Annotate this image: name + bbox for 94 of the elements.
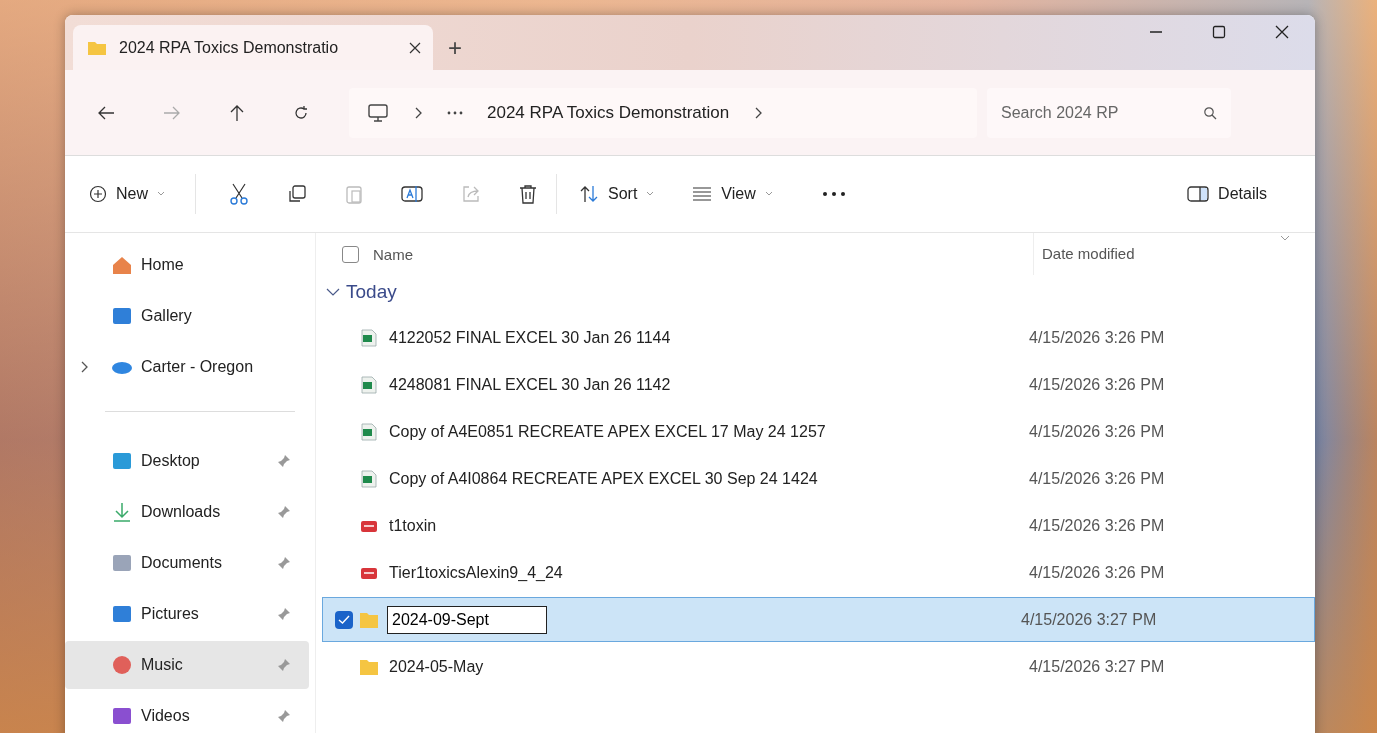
file-name: t1toxin <box>389 516 438 535</box>
pin-icon[interactable] <box>277 454 291 468</box>
date-modified: 4/15/2026 3:26 PM <box>1029 563 1165 582</box>
caret-icon <box>1280 235 1290 241</box>
file-name: Copy of A4E0851 RECREATE APEX EXCEL 17 May 24 1257 <box>389 422 827 441</box>
search-field[interactable]: Search 2024 RP <box>987 87 1231 138</box>
spreadsheet-file-icon <box>359 375 379 394</box>
chevron-down-icon <box>646 191 655 197</box>
close-icon[interactable] <box>409 41 421 54</box>
trash-icon[interactable] <box>519 184 537 204</box>
sidebar-item[interactable]: Desktop <box>65 437 309 485</box>
new-tab-button[interactable]: + <box>433 25 477 70</box>
maximize-icon[interactable] <box>1211 23 1227 40</box>
select-all-checkbox[interactable] <box>342 245 359 263</box>
search-icon <box>1203 105 1217 120</box>
file-row[interactable]: 2024-09-Sept 4/15/2026 3:27 PM <box>322 597 1315 642</box>
desktop-icon <box>111 451 133 471</box>
music-icon <box>111 655 133 675</box>
chevron-right-icon[interactable] <box>413 106 423 119</box>
column-header[interactable]: Name <box>373 245 1033 263</box>
date-modified: 4/15/2026 3:27 PM <box>1021 610 1157 629</box>
date-modified: 4/15/2026 3:27 PM <box>1029 657 1165 676</box>
file-name: 2024-05-May <box>389 657 485 676</box>
copy-icon[interactable] <box>287 184 307 204</box>
plus-circle-icon <box>89 185 107 203</box>
folder-icon <box>359 610 379 629</box>
scissors-icon[interactable] <box>229 183 249 205</box>
file-row[interactable]: t1toxin 4/15/2026 3:26 PM <box>322 503 1315 548</box>
sidebar-item[interactable]: Videos <box>65 692 309 733</box>
sidebar-item[interactable]: Gallery <box>65 292 309 340</box>
pin-icon[interactable] <box>277 607 291 621</box>
chevron-down-icon <box>157 191 165 197</box>
new-button[interactable]: New <box>81 179 173 209</box>
monitor-icon <box>367 102 389 123</box>
date-modified: 4/15/2026 3:26 PM <box>1029 422 1165 441</box>
pin-icon[interactable] <box>277 556 291 570</box>
file-name: 4122052 FINAL EXCEL 30 Jan 26 1144 <box>389 328 672 347</box>
chevron-right-icon[interactable] <box>81 361 88 373</box>
folder-tab[interactable]: 2024 RPA Toxics Demonstratio <box>73 25 433 70</box>
details-button[interactable]: Details <box>1179 179 1275 209</box>
date-modified: 4/15/2026 3:26 PM <box>1029 328 1165 347</box>
home-icon <box>111 255 133 275</box>
folder-icon <box>87 39 107 56</box>
lines-icon <box>692 187 713 201</box>
file-row[interactable]: 4122052 FINAL EXCEL 30 Jan 26 1144 4/15/2026 3:26 PM <box>322 315 1315 360</box>
pin-icon[interactable] <box>277 505 291 519</box>
sidebar-item[interactable]: Documents <box>65 539 309 587</box>
spreadsheet-file-icon <box>359 328 379 347</box>
gallery-icon <box>111 306 133 326</box>
file-row[interactable]: Copy of A4I0864 RECREATE APEX EXCEL 30 Sep 24 1424 4/15/2026 3:26 PM <box>322 456 1315 501</box>
videos-icon <box>111 706 133 726</box>
more-icon[interactable] <box>447 110 463 115</box>
breadcrumb-item[interactable]: 2024 RPA Toxics Demonstration <box>487 102 730 123</box>
sidebar-item[interactable]: Pictures <box>65 590 309 638</box>
sort-arrows-icon <box>579 185 599 203</box>
date-modified: 4/15/2026 3:26 PM <box>1029 516 1165 535</box>
file-name: Copy of A4I0864 RECREATE APEX EXCEL 30 Sep 24 1424 <box>389 469 819 488</box>
column-header[interactable]: Date modified <box>1033 233 1135 275</box>
refresh-icon[interactable] <box>293 104 309 121</box>
back-arrow-icon[interactable] <box>97 104 115 121</box>
file-row[interactable]: Copy of A4E0851 RECREATE APEX EXCEL 17 May 24 1257 4/15/2026 3:26 PM <box>322 409 1315 454</box>
up-arrow-icon[interactable] <box>229 103 245 122</box>
address-bar[interactable]: 2024 RPA Toxics Demonstration <box>349 87 977 138</box>
pictures-icon <box>111 604 133 624</box>
clipboard-icon[interactable] <box>345 184 363 204</box>
spreadsheet-file-icon <box>359 422 379 441</box>
sidebar-item[interactable]: Downloads <box>65 488 309 536</box>
close-icon[interactable] <box>1274 23 1290 40</box>
date-modified: 4/15/2026 3:26 PM <box>1029 469 1165 488</box>
group-header[interactable]: Today <box>322 275 1315 309</box>
rename-field[interactable]: 2024-09-Sept <box>387 605 547 634</box>
row-checkbox[interactable] <box>335 610 353 629</box>
pin-icon[interactable] <box>277 709 291 723</box>
more-icon[interactable] <box>821 191 846 197</box>
file-row[interactable]: Tier1toxicsAlexin9_4_24 4/15/2026 3:26 PM <box>322 550 1315 595</box>
sidebar-item[interactable]: Music <box>65 641 309 689</box>
documents-icon <box>111 553 133 573</box>
folder-icon <box>359 657 379 676</box>
view-button[interactable]: View <box>684 179 781 209</box>
spreadsheet-file-icon <box>359 469 379 488</box>
file-name: 4248081 FINAL EXCEL 30 Jan 26 1142 <box>389 375 672 394</box>
sidebar-item[interactable]: Carter - Oregon <box>65 343 309 391</box>
chevron-down-icon[interactable] <box>326 287 340 297</box>
file-name: Tier1toxicsAlexin9_4_24 <box>389 563 564 582</box>
chevron-right-icon[interactable] <box>753 106 764 119</box>
date-modified: 4/15/2026 3:26 PM <box>1029 375 1165 394</box>
downloads-icon <box>111 502 133 522</box>
side-panel-icon <box>1187 185 1210 203</box>
chevron-down-icon <box>764 191 773 197</box>
rename-icon[interactable] <box>401 184 423 204</box>
file-row[interactable]: 2024-05-May 4/15/2026 3:27 PM <box>322 644 1315 689</box>
sidebar-item[interactable]: Home <box>65 241 309 289</box>
sort-button[interactable]: Sort <box>571 179 663 209</box>
file-row[interactable]: 4248081 FINAL EXCEL 30 Jan 26 1142 4/15/2026 3:26 PM <box>322 362 1315 407</box>
